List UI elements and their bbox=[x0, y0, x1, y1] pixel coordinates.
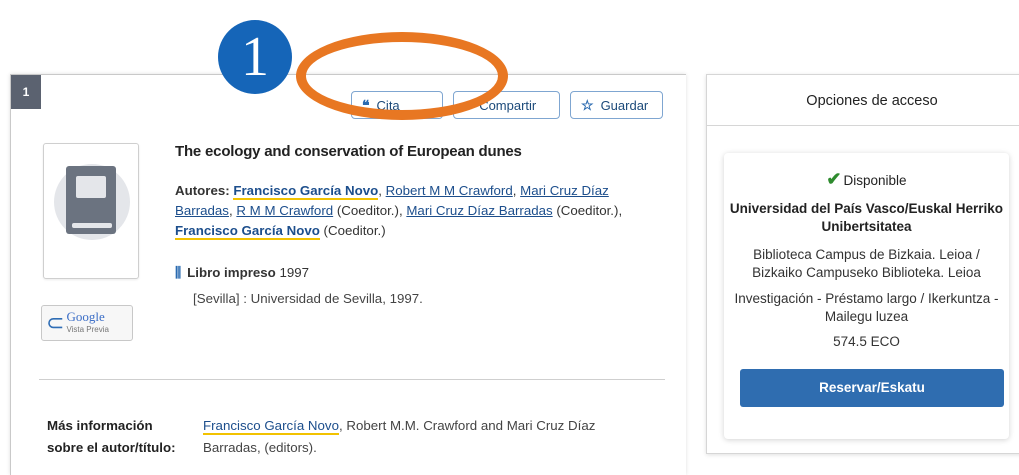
author-link[interactable]: Mari Cruz Díaz Barradas bbox=[406, 203, 552, 218]
location-line1: Biblioteca Campus de Bizkaia. Leioa / bbox=[753, 247, 980, 262]
more-info-label-line1: Más información bbox=[47, 418, 153, 433]
loan-type: Investigación - Préstamo largo / Ikerkun… bbox=[724, 290, 1009, 326]
google-preview-label: Vista Previa bbox=[66, 325, 109, 334]
section-divider bbox=[39, 379, 665, 380]
more-info-value: Francisco García Novo, Robert M.M. Crawf… bbox=[203, 415, 633, 459]
author-role: (Coeditor.) bbox=[552, 203, 619, 218]
share-button[interactable]: < Compartir bbox=[453, 91, 560, 119]
page-header-area bbox=[0, 0, 1019, 72]
format-line: ⫼ Libro impreso 1997 bbox=[175, 265, 309, 281]
more-info-rest-line1: , Robert M.M. Crawford and Mari Cruz Día… bbox=[338, 418, 596, 433]
access-options-panel: Opciones de acceso ✔ Disponible Universid… bbox=[706, 74, 1019, 454]
author-role: (Coeditor.) bbox=[333, 203, 399, 218]
more-info-label: Más información sobre el autor/título: bbox=[47, 415, 187, 459]
author-link[interactable]: Francisco García Novo bbox=[233, 183, 379, 200]
save-label: Guardar bbox=[600, 97, 649, 113]
loan-line2: Mailegu luzea bbox=[824, 309, 909, 324]
library-location: Biblioteca Campus de Bizkaia. Leioa / Bi… bbox=[724, 246, 1009, 282]
save-button[interactable]: ☆ Guardar bbox=[570, 91, 663, 119]
holding-card: ✔ Disponible Universidad del País Vasco/E… bbox=[724, 153, 1009, 439]
reserve-button[interactable]: Reservar/Eskatu bbox=[740, 369, 1004, 407]
availability-status: ✔ Disponible bbox=[724, 169, 1009, 190]
format-label: Libro impreso bbox=[187, 265, 276, 280]
books-icon: ⫼ bbox=[175, 265, 182, 280]
record-title[interactable]: The ecology and conservation of European… bbox=[175, 143, 522, 160]
author-links: Francisco García Novo, Robert M M Crawfo… bbox=[175, 183, 623, 240]
format-year: 1997 bbox=[279, 265, 310, 280]
quote-icon: ❝ bbox=[362, 96, 370, 113]
author-link[interactable]: Robert M M Crawford bbox=[386, 183, 513, 198]
star-icon: ☆ bbox=[581, 96, 594, 113]
step-number-badge: 1 bbox=[218, 20, 292, 94]
book-cover-thumbnail[interactable] bbox=[43, 143, 139, 279]
loan-line1: Investigación - Préstamo largo / Ikerkun… bbox=[734, 291, 999, 306]
location-line2: Bizkaiko Campuseko Biblioteka. Leioa bbox=[752, 265, 981, 280]
author-link[interactable]: R M M Crawford bbox=[236, 203, 333, 218]
search-result-card: 1 ❝ Cita < Compartir ☆ Guardar ⊂ Google … bbox=[10, 74, 686, 475]
access-options-header: Opciones de acceso bbox=[707, 75, 1019, 126]
checkmark-icon: ✔ bbox=[826, 169, 842, 189]
result-actions: ❝ Cita < Compartir ☆ Guardar bbox=[351, 91, 663, 119]
more-info-rest-line2: Barradas, (editors). bbox=[203, 440, 317, 455]
author-role: (Coeditor.) bbox=[319, 223, 386, 238]
more-info-label-line2: sobre el autor/título: bbox=[47, 440, 176, 455]
result-number: 1 bbox=[11, 75, 41, 109]
availability-label: Disponible bbox=[843, 173, 907, 188]
google-books-icon: ⊂ bbox=[46, 310, 65, 335]
author-link[interactable]: Francisco García Novo bbox=[175, 223, 320, 240]
google-preview-text: Google Vista Previa bbox=[66, 309, 109, 335]
share-icon: < bbox=[464, 97, 473, 113]
institution-name: Universidad del País Vasco/Euskal Herrik… bbox=[729, 201, 1004, 234]
authors-label: Autores: bbox=[175, 183, 230, 198]
google-preview-button[interactable]: ⊂ Google Vista Previa bbox=[41, 305, 133, 341]
more-info-author-link[interactable]: Francisco García Novo bbox=[203, 418, 339, 435]
publisher-info: [Sevilla] : Universidad de Sevilla, 1997… bbox=[193, 291, 423, 306]
book-icon bbox=[66, 166, 116, 234]
google-brand: Google bbox=[66, 309, 105, 324]
cite-button[interactable]: ❝ Cita bbox=[351, 91, 443, 119]
authors-list: Autores: Francisco García Novo, Robert M… bbox=[175, 181, 655, 241]
call-number: 574.5 ECO bbox=[833, 334, 900, 349]
cite-label: Cita bbox=[376, 97, 400, 113]
share-label: Compartir bbox=[479, 97, 537, 113]
